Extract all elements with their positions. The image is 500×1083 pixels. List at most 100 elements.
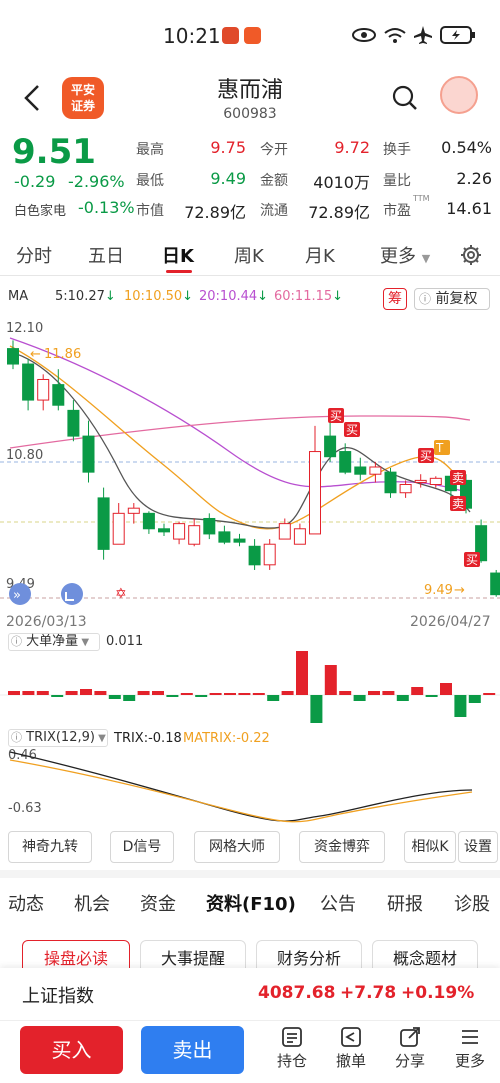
share-button[interactable]: 分享	[390, 1026, 430, 1071]
quote-value: 9.49	[210, 169, 246, 188]
ma20-text: 20:10.44	[199, 289, 258, 304]
quote-label: 金额	[260, 173, 288, 189]
quote-label: 最高	[136, 142, 164, 158]
candle-body	[52, 384, 65, 406]
sector-label[interactable]: 白色家电	[14, 200, 66, 219]
index-value: 4087.68	[258, 983, 336, 1003]
kline-chart[interactable]: 12.10 10.80 9.49 ← 11.86 9.49 → 买买买T卖买卖 …	[0, 312, 500, 632]
trade-marker-label: T	[435, 441, 444, 455]
volume-bar	[454, 695, 467, 717]
price-change-pct: -2.96%	[68, 172, 125, 191]
quote-value: 2.26	[456, 169, 492, 188]
quote-label: 最低	[136, 173, 164, 189]
candle-body	[248, 545, 261, 566]
trade-marker-label: 买	[330, 409, 342, 423]
candle-body	[293, 528, 306, 545]
cancel-order-button[interactable]: 撤单	[331, 1026, 371, 1071]
search-icon[interactable]	[392, 85, 418, 111]
candle-body	[173, 523, 186, 540]
ma20-value: 20:10.44↓	[199, 289, 268, 304]
info-tab-opportunity[interactable]: 机会	[74, 890, 110, 916]
tab-fenshi[interactable]: 分时	[16, 242, 52, 268]
trade-marker-label: 买	[420, 449, 432, 463]
status-bar: 10:21	[0, 0, 500, 70]
stock-code: 600983	[223, 106, 277, 122]
share-label: 分享	[394, 1052, 425, 1070]
ma-line	[9, 351, 471, 529]
candle-body	[399, 484, 412, 494]
active-tab-indicator	[166, 270, 192, 273]
indicator-btn-d-signal[interactable]: D信号	[110, 831, 174, 863]
pingan-app-icon	[244, 27, 261, 44]
buy-button[interactable]: 买入	[20, 1026, 123, 1074]
quote-label: 换手	[383, 142, 411, 158]
info-tab-announcements[interactable]: 公告	[320, 890, 356, 916]
temu-app-icon	[222, 27, 239, 44]
tab-five-day[interactable]: 五日	[88, 242, 124, 268]
volume-bar	[252, 693, 265, 695]
ma60-text: 60:11.15	[274, 289, 333, 304]
volume-bar	[281, 691, 294, 695]
info-tab-news[interactable]: 动态	[8, 890, 44, 916]
tab-week-k[interactable]: 周K	[234, 242, 264, 268]
volume-bar	[425, 695, 438, 697]
volume-bar	[8, 691, 20, 695]
candle-body	[414, 479, 427, 483]
info-tab-capital[interactable]: 资金	[140, 890, 176, 916]
quote-value: 14.61	[446, 199, 492, 218]
quote-value: 9.72	[334, 138, 370, 157]
sell-button[interactable]: 卖出	[141, 1026, 244, 1074]
arrow-down-icon: ↓	[182, 289, 194, 304]
max-annotation-arrow: ←	[30, 347, 41, 362]
candle-body	[309, 451, 321, 535]
tab-more[interactable]: 更多 ▼	[380, 242, 430, 268]
indicator-settings-button[interactable]: 设置	[458, 831, 498, 863]
candle-body	[429, 477, 442, 486]
quote-label: 流通	[260, 203, 288, 219]
info-tab-research[interactable]: 研报	[387, 890, 423, 916]
position-button[interactable]: 持仓	[272, 1026, 312, 1071]
volume-bar	[411, 687, 424, 695]
avatar[interactable]	[440, 76, 478, 114]
volume-chart[interactable]	[0, 650, 500, 726]
chart-tabs: 分时 五日 日K 周K 月K 更多 ▼	[0, 232, 500, 276]
volume-bar	[152, 691, 164, 695]
info-icon: ⓘ	[11, 635, 22, 648]
info-tab-diagnosis[interactable]: 诊股	[454, 890, 490, 916]
more-button[interactable]: 更多	[450, 1026, 490, 1071]
gear-icon[interactable]	[460, 244, 482, 266]
tab-month-k[interactable]: 月K	[305, 242, 335, 268]
current-price: 9.51	[12, 132, 96, 172]
volume-bar	[238, 693, 251, 695]
volume-indicator-selector[interactable]: ⓘ 大单净量 ▼	[8, 633, 100, 651]
trix-chart[interactable]	[0, 748, 500, 823]
indicator-btn-grid-master[interactable]: 网格大师	[194, 831, 280, 863]
indicator-btn-capital-game[interactable]: 资金博弈	[299, 831, 385, 863]
quote-label-sup: TTM	[413, 194, 430, 203]
index-bar[interactable]: 上证指数 4087.68 +7.78 +0.19%	[0, 968, 500, 1020]
candle-body	[339, 451, 352, 473]
volume-bar	[296, 651, 308, 695]
volume-bar	[468, 695, 481, 703]
chevron-down-icon: ▼	[421, 252, 431, 265]
candle-body	[233, 538, 246, 543]
fullscreen-icon[interactable]	[61, 583, 83, 605]
adjust-button[interactable]: ⓘ 前复权	[414, 288, 490, 310]
candle-body	[218, 531, 231, 543]
indicator-btn-nine-turn[interactable]: 神奇九转	[8, 831, 92, 863]
trix-indicator-selector[interactable]: ⓘ TRIX(12,9) ▼	[8, 729, 108, 747]
tab-day-k[interactable]: 日K	[162, 242, 194, 268]
volume-bar	[80, 689, 92, 695]
info-tab-f10[interactable]: 资料(F10)	[206, 890, 296, 916]
event-star-icon[interactable]: ✡	[115, 586, 127, 602]
trix-label: TRIX(12,9)	[26, 730, 95, 745]
chip-distribution-button[interactable]: 筹	[383, 288, 407, 310]
price-change: -0.29	[14, 172, 56, 191]
position-label: 持仓	[276, 1052, 307, 1070]
chevron-down-icon: ▼	[78, 637, 90, 648]
position-icon	[282, 1027, 302, 1047]
volume-bar	[137, 691, 150, 695]
quote-value: 72.89亿	[308, 203, 370, 222]
cancel-order-icon	[341, 1027, 361, 1047]
indicator-btn-similar-k[interactable]: 相似K	[404, 831, 456, 863]
